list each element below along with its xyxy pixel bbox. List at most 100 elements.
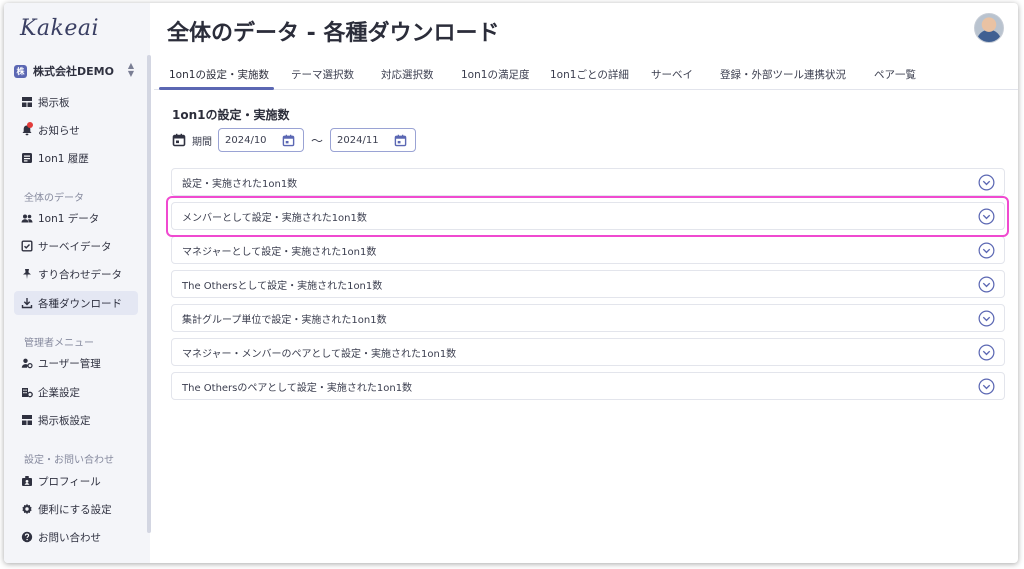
tab-label: 1on1の満足度 xyxy=(461,68,530,81)
tab-response-selection[interactable]: 対応選択数 xyxy=(381,58,434,90)
tab-label: サーベイ xyxy=(651,68,693,81)
sidebar-item-board[interactable]: 掲示板 xyxy=(14,90,138,114)
sidebar-item-label: 掲示板設定 xyxy=(38,414,91,427)
app-logo[interactable]: Kakeai xyxy=(20,16,99,41)
download-icon xyxy=(20,297,33,310)
period-to-input[interactable]: 2024/11 xyxy=(330,128,417,152)
period-from-value: 2024/10 xyxy=(225,134,267,146)
tab-label: 対応選択数 xyxy=(381,68,434,81)
tab-1on1-details[interactable]: 1on1ごとの詳細 xyxy=(550,58,629,90)
accordion-row-label: マネジャー・メンバーのペアとして設定・実施された1on1数 xyxy=(182,348,457,360)
sidebar-item-label: 各種ダウンロード xyxy=(38,297,122,310)
history-icon xyxy=(20,152,33,165)
sidebar-item-survey-data[interactable]: サーベイデータ xyxy=(14,234,138,258)
sidebar-item-profile[interactable]: プロフィール xyxy=(14,469,138,493)
accordion-row[interactable]: 集計グループ単位で設定・実施された1on1数 xyxy=(171,304,1005,332)
board-settings-icon xyxy=(20,414,33,427)
sidebar-item-label: 掲示板 xyxy=(38,96,70,109)
calendar-icon[interactable] xyxy=(282,134,295,147)
sidebar-item-convenience-settings[interactable]: 便利にする設定 xyxy=(14,497,138,521)
accordion-row[interactable]: マネジャーとして設定・実施された1on1数 xyxy=(171,236,1005,264)
accordion-row-label: The Othersのペアとして設定・実施された1on1数 xyxy=(182,382,413,394)
company-name: 株式会社DEMO xyxy=(33,65,114,78)
highlight-annotation xyxy=(166,196,1009,237)
tab-pair-list[interactable]: ペア一覧 xyxy=(874,58,916,90)
accordion-row-label: 集計グループ単位で設定・実施された1on1数 xyxy=(182,314,387,326)
chevron-down-icon[interactable] xyxy=(978,276,995,293)
page-title: 全体のデータ - 各種ダウンロード xyxy=(167,21,500,46)
sidebar-section-all-data: 全体のデータ xyxy=(24,193,84,204)
company-badge: 株 xyxy=(14,64,27,78)
sidebar-item-label: ユーザー管理 xyxy=(38,357,101,370)
sidebar-scrollbar[interactable] xyxy=(147,55,151,533)
pin-icon xyxy=(20,268,33,281)
chevron-down-icon[interactable] xyxy=(978,378,995,395)
company-switcher[interactable]: 株 株式会社DEMO ▲ ▼ xyxy=(14,61,138,81)
sidebar-item-company-settings[interactable]: 企業設定 xyxy=(14,380,138,404)
bell-icon xyxy=(20,121,33,137)
sidebar-item-history[interactable]: 1on1 履歴 xyxy=(14,146,138,170)
tab-registration-integration[interactable]: 登録・外部ツール連携状況 xyxy=(720,58,846,90)
updown-caret-icon: ▲ ▼ xyxy=(127,61,134,78)
period-separator: 〜 xyxy=(311,133,324,148)
calendar-icon[interactable] xyxy=(394,134,407,147)
board-icon xyxy=(20,96,33,109)
tab-label: テーマ選択数 xyxy=(291,68,354,81)
sidebar-item-user-management[interactable]: ユーザー管理 xyxy=(14,351,138,375)
company-settings-icon xyxy=(20,386,33,399)
sidebar-item-label: お知らせ xyxy=(38,124,80,137)
accordion-row[interactable]: The Othersのペアとして設定・実施された1on1数 xyxy=(171,372,1005,400)
accordion-row-label: マネジャーとして設定・実施された1on1数 xyxy=(182,246,377,258)
accordion-row[interactable]: 設定・実施された1on1数 xyxy=(171,168,1005,196)
tab-survey[interactable]: サーベイ xyxy=(651,58,693,90)
tab-bar: 1on1の設定・実施数 テーマ選択数 対応選択数 1on1の満足度 1on1ごと… xyxy=(154,58,1018,90)
period-label: 期間 xyxy=(192,136,212,148)
chevron-down-icon[interactable] xyxy=(978,310,995,327)
accordion-row[interactable]: マネジャー・メンバーのペアとして設定・実施された1on1数 xyxy=(171,338,1005,366)
sidebar-item-label: 便利にする設定 xyxy=(38,503,112,516)
tab-label: ペア一覧 xyxy=(874,68,916,81)
survey-icon xyxy=(20,240,33,253)
period-from-input[interactable]: 2024/10 xyxy=(218,128,304,152)
sidebar-item-label: サーベイデータ xyxy=(38,240,112,253)
sidebar-item-label: すり合わせデータ xyxy=(38,268,122,281)
sidebar-item-contact[interactable]: お問い合わせ xyxy=(14,525,138,549)
help-icon xyxy=(20,531,33,544)
calendar-icon xyxy=(172,133,186,147)
sidebar-item-label: 1on1 履歴 xyxy=(38,152,89,165)
accordion-row[interactable]: The Othersとして設定・実施された1on1数 xyxy=(171,270,1005,298)
profile-icon xyxy=(20,475,33,488)
accordion-row-label: 設定・実施された1on1数 xyxy=(182,178,298,190)
tab-label: 1on1ごとの詳細 xyxy=(550,68,629,81)
chevron-down-icon[interactable] xyxy=(978,174,995,191)
app-window: Kakeai 株 株式会社DEMO ▲ ▼ 掲示板 お知らせ 1on1 履歴 全… xyxy=(4,3,1018,563)
sidebar-item-1on1-data[interactable]: 1on1 データ xyxy=(14,206,138,230)
sidebar-item-label: お問い合わせ xyxy=(38,531,101,544)
accordion-row-label: The Othersとして設定・実施された1on1数 xyxy=(182,280,383,292)
tab-theme-selection[interactable]: テーマ選択数 xyxy=(291,58,354,90)
tab-1on1-satisfaction[interactable]: 1on1の満足度 xyxy=(461,58,529,90)
sidebar-item-downloads[interactable]: 各種ダウンロード xyxy=(14,291,138,315)
sidebar-item-label: プロフィール xyxy=(38,475,101,488)
sidebar-section-settings: 設定・お問い合わせ xyxy=(24,455,114,466)
gear-icon xyxy=(20,503,33,516)
chevron-down-icon[interactable] xyxy=(978,344,995,361)
sidebar-item-label: 1on1 データ xyxy=(38,212,100,225)
sidebar-item-board-settings[interactable]: 掲示板設定 xyxy=(14,408,138,432)
tab-label: 1on1の設定・実施数 xyxy=(169,68,269,81)
notification-dot xyxy=(27,121,33,128)
people-icon xyxy=(20,212,33,225)
chevron-down-icon[interactable] xyxy=(978,242,995,259)
sidebar-item-alignment-data[interactable]: すり合わせデータ xyxy=(14,262,138,286)
sidebar-item-label: 企業設定 xyxy=(38,386,80,399)
user-manage-icon xyxy=(20,357,33,370)
tab-label: 登録・外部ツール連携状況 xyxy=(720,68,846,81)
period-filter: 期間 2024/10 〜 2024/11 xyxy=(172,127,417,153)
active-tab-indicator xyxy=(159,87,274,90)
sidebar: Kakeai 株 株式会社DEMO ▲ ▼ 掲示板 お知らせ 1on1 履歴 全… xyxy=(4,3,150,563)
section-title: 1on1の設定・実施数 xyxy=(172,108,290,122)
sidebar-section-admin: 管理者メニュー xyxy=(24,338,94,349)
sidebar-item-notifications[interactable]: お知らせ xyxy=(14,118,138,142)
tab-1on1-settings[interactable]: 1on1の設定・実施数 xyxy=(169,58,269,90)
user-avatar[interactable] xyxy=(974,13,1004,43)
